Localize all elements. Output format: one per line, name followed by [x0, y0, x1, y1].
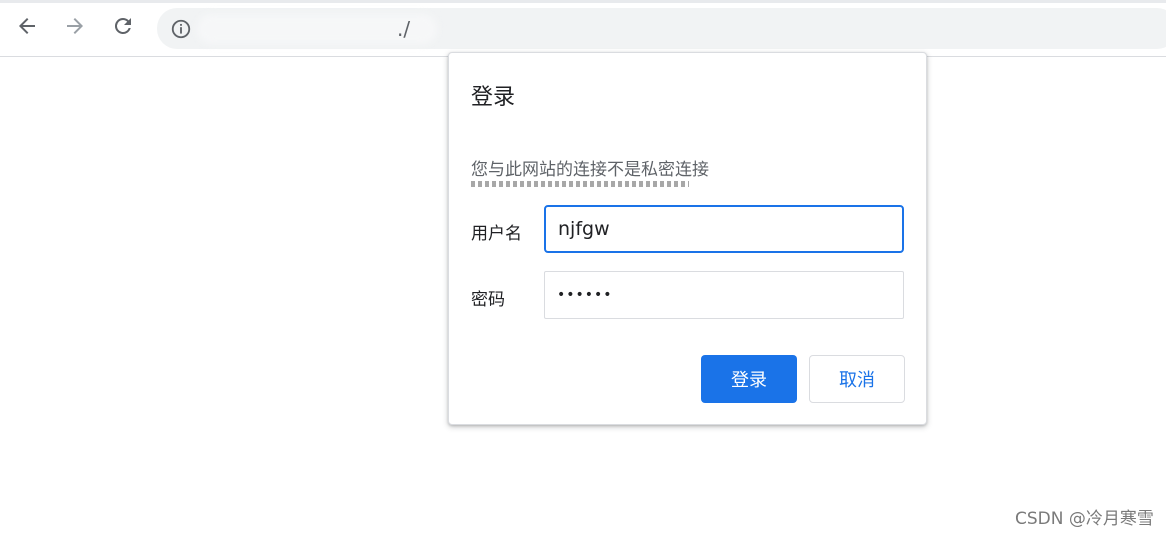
- browser-toolbar: ./: [0, 0, 1166, 57]
- arrow-right-icon: [63, 14, 87, 42]
- reload-button[interactable]: [108, 13, 138, 43]
- url-text: ./: [397, 17, 411, 41]
- password-label: 密码: [471, 290, 505, 310]
- dialog-title: 登录: [471, 85, 516, 110]
- reload-icon: [111, 14, 135, 42]
- username-label: 用户名: [471, 224, 522, 244]
- username-input[interactable]: [544, 205, 904, 253]
- password-input[interactable]: ••••••: [544, 271, 904, 319]
- login-button[interactable]: 登录: [701, 355, 797, 403]
- info-icon[interactable]: [169, 17, 193, 41]
- watermark: CSDN @冷月寒雪: [1015, 509, 1154, 529]
- address-bar[interactable]: ./: [157, 8, 1166, 49]
- site-origin-redacted: [471, 181, 691, 191]
- arrow-left-icon: [15, 14, 39, 42]
- back-button[interactable]: [12, 13, 42, 43]
- forward-button[interactable]: [60, 13, 90, 43]
- cancel-button[interactable]: 取消: [809, 355, 905, 403]
- login-dialog: 登录 您与此网站的连接不是私密连接 用户名 密码 •••••• 登录 取消: [448, 52, 927, 425]
- connection-warning: 您与此网站的连接不是私密连接: [471, 160, 709, 180]
